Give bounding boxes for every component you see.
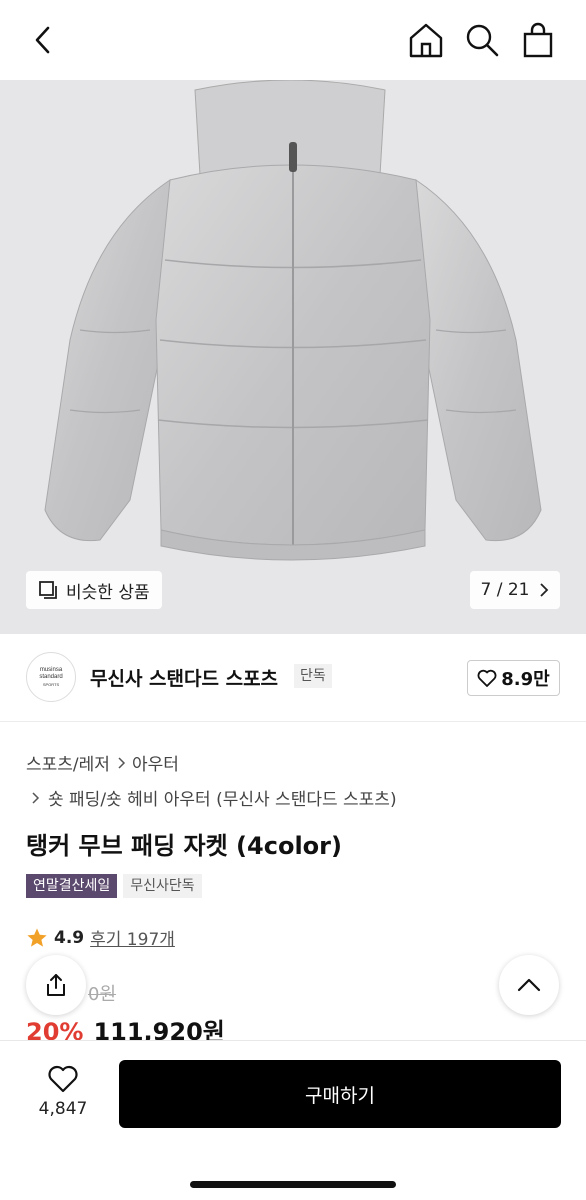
breadcrumb: 스포츠/레저 아우터 xyxy=(26,750,179,775)
image-counter[interactable]: 7 / 21 xyxy=(470,571,560,609)
jacket-image xyxy=(44,80,542,561)
home-icon xyxy=(409,23,443,58)
product-badges: 연말결산세일 무신사단독 xyxy=(26,874,202,898)
brand-like-count: 8.9만 xyxy=(501,669,550,690)
share-icon xyxy=(47,974,65,996)
home-indicator xyxy=(190,1181,396,1188)
rating-row: 4.9 후기 197개 xyxy=(26,925,175,950)
similar-items-icon xyxy=(39,581,57,599)
chevron-left-icon xyxy=(35,26,50,54)
brand-name[interactable]: 무신사 스탠다드 스포츠 xyxy=(90,664,278,691)
chevron-up-icon xyxy=(517,978,541,992)
scroll-top-button[interactable] xyxy=(499,955,559,1015)
breadcrumb-level3[interactable]: 숏 패딩/숏 헤비 아우터 (무신사 스탠다드 스포츠) xyxy=(48,785,397,810)
search-button[interactable] xyxy=(462,20,502,60)
brand-logo[interactable]: musinsa standard SPORTS xyxy=(26,652,76,702)
breadcrumb-sub: 숏 패딩/숏 헤비 아우터 (무신사 스탠다드 스포츠) xyxy=(30,785,397,810)
search-icon xyxy=(466,24,499,57)
star-icon xyxy=(27,928,47,947)
image-counter-text: 7 / 21 xyxy=(480,580,530,600)
product-image[interactable] xyxy=(0,80,586,634)
top-nav xyxy=(0,0,586,80)
brand-row: musinsa standard SPORTS 무신사 스탠다드 스포츠 단독 … xyxy=(0,634,586,722)
bottom-action-bar: 4,847 구매하기 xyxy=(0,1040,586,1200)
shopping-bag-icon xyxy=(523,22,553,58)
back-button[interactable] xyxy=(26,22,62,58)
product-title: 탱커 무브 패딩 자켓 (4color) xyxy=(26,832,342,860)
brand-like-button[interactable]: 8.9만 xyxy=(467,660,560,696)
rating-score: 4.9 xyxy=(54,927,85,948)
breadcrumb-level2[interactable]: 아우터 xyxy=(132,750,179,775)
review-count-link[interactable]: 후기 197개 xyxy=(90,925,175,950)
home-button[interactable] xyxy=(406,20,446,60)
brand-logo-text-1: musinsa xyxy=(39,666,63,673)
heart-icon xyxy=(48,1065,78,1093)
heart-icon xyxy=(477,669,497,687)
breadcrumb-chevron-icon xyxy=(118,756,125,769)
chevron-right-icon xyxy=(540,583,549,597)
similar-products-button[interactable]: 비슷한 상품 xyxy=(26,571,162,609)
brand-logo-text-3: SPORTS xyxy=(42,681,60,687)
cart-button[interactable] xyxy=(518,20,558,60)
exclusive-badge: 무신사단독 xyxy=(123,874,202,898)
original-price-text: 0원 xyxy=(88,984,117,1005)
original-price: 0원 xyxy=(88,980,116,1006)
brand-logo-text-2: standard xyxy=(39,673,63,680)
buy-button[interactable]: 구매하기 xyxy=(119,1060,561,1128)
similar-products-label: 비슷한 상품 xyxy=(66,582,150,603)
wishlist-button[interactable]: 4,847 xyxy=(30,1065,96,1119)
share-button[interactable] xyxy=(26,955,86,1015)
sale-badge: 연말결산세일 xyxy=(26,874,118,898)
breadcrumb-level1[interactable]: 스포츠/레저 xyxy=(26,750,110,775)
wishlist-count: 4,847 xyxy=(38,1099,88,1119)
brand-exclusive-tag: 단독 xyxy=(294,664,332,688)
breadcrumb-chevron-icon xyxy=(32,791,40,804)
